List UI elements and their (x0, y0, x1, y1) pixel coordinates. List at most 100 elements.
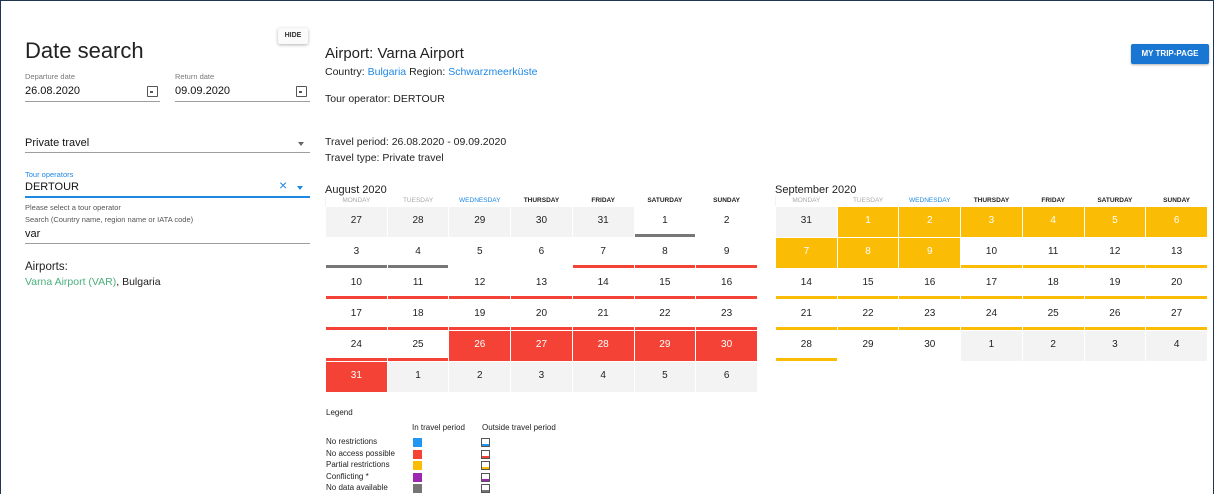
calendar-day[interactable]: 31 (571, 205, 635, 238)
return-input[interactable]: 09.09.2020 (175, 85, 230, 97)
calendar-day[interactable]: 16 (898, 267, 962, 300)
calendar-day[interactable]: 4 (1021, 205, 1085, 238)
chevron-down-icon[interactable] (298, 142, 304, 146)
calendar-day[interactable]: 10 (960, 236, 1023, 269)
calendar-day[interactable]: 8 (836, 236, 900, 269)
calendar-day[interactable]: 1 (386, 360, 450, 393)
calendar-day[interactable]: 15 (836, 267, 900, 300)
calendar-day[interactable]: 27 (1145, 298, 1208, 331)
calendar-day[interactable]: 28 (775, 329, 838, 362)
calendar-week: 17 18 19 20 21 22 23 (325, 298, 758, 331)
weekday-label: THURSDAY (960, 196, 1023, 206)
calendar-day[interactable]: 6 (1145, 205, 1208, 238)
calendar-day[interactable]: 12 (448, 267, 512, 300)
calendar-day[interactable]: 18 (386, 298, 450, 331)
calendar-day[interactable]: 30 (695, 329, 758, 362)
legend-swatch-in (413, 449, 422, 459)
my-trip-page-button[interactable]: MY TRIP-PAGE (1131, 44, 1209, 64)
tour-operators-input[interactable]: DERTOUR (25, 181, 79, 193)
calendar-day[interactable]: 20 (510, 298, 573, 331)
calendar-day[interactable]: 12 (1083, 236, 1147, 269)
calendar-day[interactable]: 31 (775, 205, 838, 238)
calendar-day[interactable]: 2 (1021, 329, 1085, 362)
calendar-day[interactable]: 17 (325, 298, 388, 331)
calendar-day[interactable]: 3 (510, 360, 573, 393)
calendar-day[interactable]: 11 (386, 267, 450, 300)
calendar-day[interactable]: 2 (695, 205, 758, 238)
calendar-day[interactable]: 5 (1083, 205, 1147, 238)
page-title: Date search (25, 38, 144, 63)
calendar-day[interactable]: 30 (898, 329, 962, 362)
calendar-day[interactable]: 1 (633, 205, 697, 238)
calendar-day[interactable]: 2 (448, 360, 512, 393)
calendar-day[interactable]: 29 (633, 329, 697, 362)
calendar-day[interactable]: 24 (960, 298, 1023, 331)
calendar-day[interactable]: 23 (898, 298, 962, 331)
calendar-day[interactable]: 4 (1145, 329, 1208, 362)
travel-type-select[interactable]: Private travel (25, 137, 89, 149)
airport-link[interactable]: Varna Airport (VAR) (25, 276, 116, 288)
calendar-day[interactable]: 1 (960, 329, 1023, 362)
calendar-day[interactable]: 27 (325, 205, 388, 238)
close-icon[interactable]: × (279, 177, 287, 193)
calendar-day[interactable]: 14 (775, 267, 838, 300)
region-link[interactable]: Schwarzmeerküste (448, 66, 537, 78)
calendar-day[interactable]: 26 (1083, 298, 1147, 331)
calendar-day[interactable]: 9 (695, 236, 758, 269)
calendar-day[interactable]: 13 (510, 267, 573, 300)
calendar-day[interactable]: 9 (898, 236, 962, 269)
calendar-day[interactable]: 24 (325, 329, 388, 362)
country-label: Country: (325, 66, 365, 78)
calendar-day[interactable]: 19 (1083, 267, 1147, 300)
calendar-day[interactable]: 30 (510, 205, 573, 238)
calendar-day[interactable]: 16 (695, 267, 758, 300)
calendar-day[interactable]: 26 (448, 329, 512, 362)
calendar-day[interactable]: 21 (775, 298, 838, 331)
calendar-day[interactable]: 17 (960, 267, 1023, 300)
calendar-day[interactable]: 25 (1021, 298, 1085, 331)
calendar-day[interactable]: 29 (448, 205, 512, 238)
chevron-down-icon[interactable] (297, 186, 303, 190)
calendar-day[interactable]: 13 (1145, 236, 1208, 269)
departure-input[interactable]: 26.08.2020 (25, 85, 80, 97)
calendar-day[interactable]: 22 (836, 298, 900, 331)
calendar-day[interactable]: 11 (1021, 236, 1085, 269)
calendar-day[interactable]: 20 (1145, 267, 1208, 300)
calendar-day[interactable]: 28 (386, 205, 450, 238)
calendar-day[interactable]: 25 (386, 329, 450, 362)
calendar-day[interactable]: 8 (633, 236, 697, 269)
calendar-day[interactable]: 7 (571, 236, 635, 269)
legend-label: Partial restrictions (326, 460, 390, 469)
calendar-icon[interactable] (147, 86, 158, 97)
calendar-icon[interactable] (296, 86, 307, 97)
weekday-label: MONDAY (775, 196, 838, 206)
calendar-day[interactable]: 3 (1083, 329, 1147, 362)
calendar-day[interactable]: 5 (633, 360, 697, 393)
search-input[interactable]: var (25, 228, 40, 240)
calendar-day[interactable]: 14 (571, 267, 635, 300)
calendar-day[interactable]: 3 (960, 205, 1023, 238)
calendar-day[interactable]: 22 (633, 298, 697, 331)
calendar-day[interactable]: 6 (695, 360, 758, 393)
calendar-day[interactable]: 15 (633, 267, 697, 300)
calendar-day[interactable]: 5 (448, 236, 512, 269)
calendar-day[interactable]: 6 (510, 236, 573, 269)
calendar-day[interactable]: 7 (775, 236, 838, 269)
calendar-day[interactable]: 31 (325, 360, 388, 393)
calendar-day[interactable]: 10 (325, 267, 388, 300)
legend-label: No restrictions (326, 437, 378, 446)
calendar-day[interactable]: 4 (386, 236, 450, 269)
calendar-day[interactable]: 3 (325, 236, 388, 269)
calendar-day[interactable]: 23 (695, 298, 758, 331)
calendar-day[interactable]: 19 (448, 298, 512, 331)
calendar-day[interactable]: 4 (571, 360, 635, 393)
calendar-day[interactable]: 2 (898, 205, 962, 238)
calendar-day[interactable]: 18 (1021, 267, 1085, 300)
calendar-day[interactable]: 27 (510, 329, 573, 362)
calendar-day[interactable]: 28 (571, 329, 635, 362)
hide-button[interactable]: HIDE (278, 28, 308, 44)
country-link[interactable]: Bulgaria (368, 66, 407, 78)
calendar-day[interactable]: 21 (571, 298, 635, 331)
calendar-day[interactable]: 29 (836, 329, 900, 362)
calendar-day[interactable]: 1 (836, 205, 900, 238)
